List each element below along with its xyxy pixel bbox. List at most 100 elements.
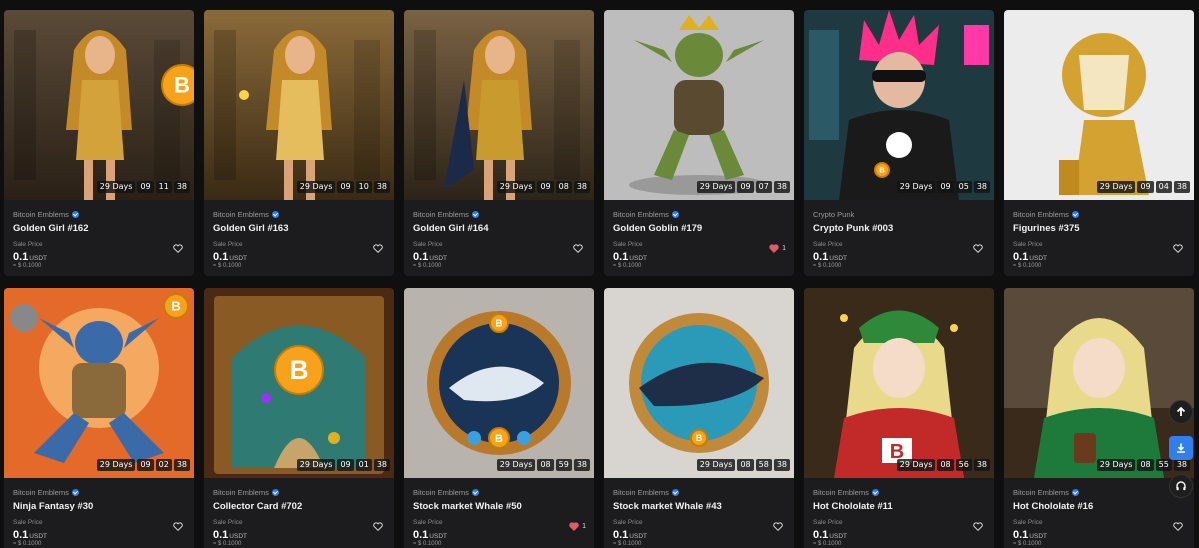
price-row: 0.1 USDT	[813, 529, 985, 541]
svg-text:B: B	[495, 433, 503, 445]
nft-card[interactable]: B 29 Days 09 05 38 Crypto Punk Crypto Pu…	[804, 10, 994, 276]
nft-image[interactable]: B 29 Days 09 11 38	[4, 10, 194, 200]
timer-minutes: 07	[755, 181, 772, 193]
nft-name[interactable]: Hot Chololate #11	[813, 501, 985, 512]
nft-image[interactable]: 29 Days 09 04 38	[1004, 10, 1194, 200]
nft-card[interactable]: B 29 Days 09 01 38 Bitcoin Emblems Colle…	[204, 288, 394, 548]
like-button[interactable]	[773, 522, 786, 531]
usd-equivalent: ≈ $ 0.1000	[413, 263, 442, 269]
nft-image[interactable]: BB 29 Days 08 59 38	[404, 288, 594, 478]
like-button[interactable]	[373, 522, 386, 531]
usd-equivalent: ≈ $ 0.1000	[613, 263, 642, 269]
verified-badge-icon	[271, 489, 279, 496]
nft-name[interactable]: Stock market Whale #43	[613, 501, 785, 512]
nft-name[interactable]: Golden Girl #163	[213, 223, 385, 234]
nft-card[interactable]: 29 Days 09 07 38 Bitcoin Emblems Golden …	[604, 10, 794, 276]
sale-price-label: Sale Price	[613, 241, 643, 248]
nft-image[interactable]: 29 Days 09 07 38	[604, 10, 794, 200]
verified-badge-icon	[471, 211, 479, 218]
nft-card[interactable]: B 29 Days 09 11 38 Bitcoin Emblems Golde…	[4, 10, 194, 276]
like-button[interactable]	[1173, 244, 1186, 253]
nft-name[interactable]: Golden Goblin #179	[613, 223, 785, 234]
nft-artwork	[404, 10, 594, 200]
timer-minutes: 59	[555, 459, 572, 471]
countdown-timer: 29 Days 09 10 38	[296, 181, 390, 193]
countdown-timer: 29 Days 08 55 38	[1096, 459, 1190, 471]
download-button[interactable]	[1169, 436, 1193, 460]
nft-card[interactable]: 29 Days 09 08 38 Bitcoin Emblems Golden …	[404, 10, 594, 276]
collection-name[interactable]: Bitcoin Emblems	[1013, 210, 1069, 219]
nft-name[interactable]: Golden Girl #162	[13, 223, 185, 234]
nft-name[interactable]: Figurines #375	[1013, 223, 1185, 234]
countdown-timer: 29 Days 09 02 38	[96, 459, 190, 471]
usd-equivalent: ≈ $ 0.1000	[1013, 541, 1042, 547]
nft-card[interactable]: BB 29 Days 08 59 38 Bitcoin Emblems Stoc…	[404, 288, 594, 548]
timer-hours: 08	[937, 459, 954, 471]
collection-name[interactable]: Bitcoin Emblems	[13, 488, 69, 497]
support-button[interactable]	[1169, 474, 1193, 498]
verified-badge-icon	[1071, 489, 1079, 496]
collection-name[interactable]: Bitcoin Emblems	[813, 488, 869, 497]
nft-name[interactable]: Crypto Punk #003	[813, 223, 985, 234]
timer-seconds: 38	[173, 459, 190, 471]
nft-image[interactable]: B 29 Days 09 05 38	[804, 10, 994, 200]
timer-seconds: 38	[1173, 181, 1190, 193]
nft-card[interactable]: 29 Days 08 55 38 Bitcoin Emblems Hot Cho…	[1004, 288, 1194, 548]
nft-image[interactable]: 29 Days 09 10 38	[204, 10, 394, 200]
collection-row: Bitcoin Emblems	[413, 210, 585, 219]
collection-name[interactable]: Bitcoin Emblems	[613, 210, 669, 219]
nft-image[interactable]: B 29 Days 09 02 38	[4, 288, 194, 478]
collection-name[interactable]: Bitcoin Emblems	[213, 210, 269, 219]
timer-minutes: 56	[955, 459, 972, 471]
timer-hours: 09	[537, 181, 554, 193]
price-currency: USDT	[29, 533, 47, 540]
nft-image[interactable]: 29 Days 08 55 38	[1004, 288, 1194, 478]
verified-badge-icon	[471, 489, 479, 496]
like-button[interactable]	[573, 244, 586, 253]
nft-name[interactable]: Collector Card #702	[213, 501, 385, 512]
nft-card[interactable]: B 29 Days 08 56 38 Bitcoin Emblems Hot C…	[804, 288, 994, 548]
nft-info: Bitcoin Emblems Figurines #375 Sale Pric…	[1004, 200, 1194, 276]
nft-name[interactable]: Stock market Whale #50	[413, 501, 585, 512]
scroll-top-button[interactable]	[1169, 400, 1193, 424]
price-value: 0.1	[413, 529, 429, 541]
nft-name[interactable]: Golden Girl #164	[413, 223, 585, 234]
like-button[interactable]: 1	[569, 522, 586, 531]
like-button[interactable]	[973, 244, 986, 253]
nft-card[interactable]: 29 Days 09 10 38 Bitcoin Emblems Golden …	[204, 10, 394, 276]
nft-card[interactable]: B 29 Days 08 58 38 Bitcoin Emblems Stock…	[604, 288, 794, 548]
timer-hours: 09	[137, 459, 154, 471]
like-button[interactable]	[973, 522, 986, 531]
collection-name[interactable]: Crypto Punk	[813, 210, 854, 219]
heart-icon	[569, 522, 579, 531]
nft-info: Bitcoin Emblems Hot Chololate #11 Sale P…	[804, 478, 994, 548]
like-button[interactable]	[1173, 522, 1186, 531]
price-row: 0.1 USDT	[613, 251, 785, 263]
price-value: 0.1	[813, 251, 829, 263]
price-row: 0.1 USDT	[213, 251, 385, 263]
like-count: 1	[782, 245, 786, 252]
nft-name[interactable]: Ninja Fantasy #30	[13, 501, 185, 512]
collection-name[interactable]: Bitcoin Emblems	[213, 488, 269, 497]
nft-name[interactable]: Hot Chololate #16	[1013, 501, 1185, 512]
timer-hours: 09	[337, 459, 354, 471]
countdown-timer: 29 Days 08 56 38	[896, 459, 990, 471]
collection-name[interactable]: Bitcoin Emblems	[413, 488, 469, 497]
like-button[interactable]: 1	[769, 244, 786, 253]
nft-card[interactable]: 29 Days 09 04 38 Bitcoin Emblems Figurin…	[1004, 10, 1194, 276]
like-button[interactable]	[173, 244, 186, 253]
collection-name[interactable]: Bitcoin Emblems	[1013, 488, 1069, 497]
nft-artwork: B	[604, 288, 794, 478]
collection-name[interactable]: Bitcoin Emblems	[413, 210, 469, 219]
like-button[interactable]	[173, 522, 186, 531]
nft-image[interactable]: B 29 Days 08 56 38	[804, 288, 994, 478]
nft-image[interactable]: B 29 Days 09 01 38	[204, 288, 394, 478]
like-button[interactable]	[373, 244, 386, 253]
usd-equivalent: ≈ $ 0.1000	[13, 263, 42, 269]
price-currency: USDT	[829, 533, 847, 540]
nft-card[interactable]: B 29 Days 09 02 38 Bitcoin Emblems Ninja…	[4, 288, 194, 548]
collection-name[interactable]: Bitcoin Emblems	[13, 210, 69, 219]
collection-name[interactable]: Bitcoin Emblems	[613, 488, 669, 497]
nft-image[interactable]: 29 Days 09 08 38	[404, 10, 594, 200]
nft-image[interactable]: B 29 Days 08 58 38	[604, 288, 794, 478]
